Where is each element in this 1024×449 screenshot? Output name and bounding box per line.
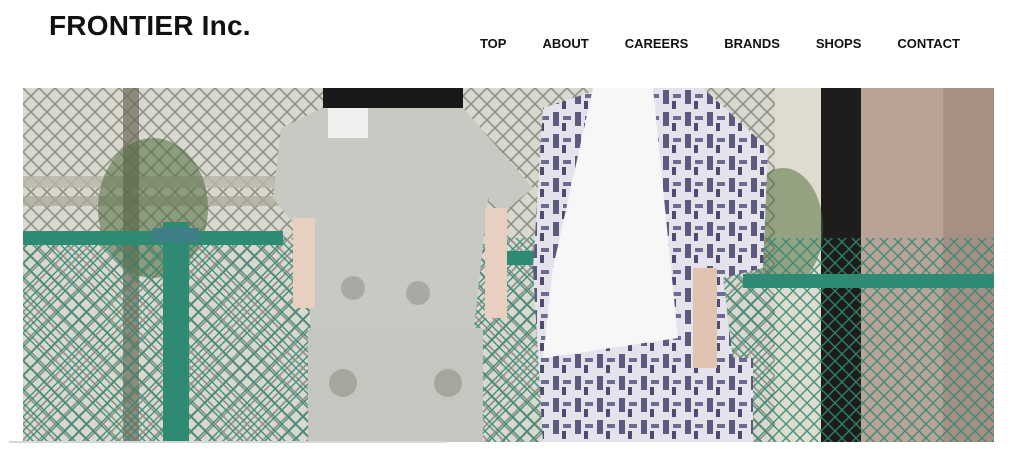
nav-item-shops[interactable]: SHOPS [816,36,862,51]
hero-photo-illustration [23,88,994,442]
nav-item-top[interactable]: TOP [480,36,507,51]
hero-photo [23,88,994,442]
nav-item-contact[interactable]: CONTACT [897,36,960,51]
nav-item-careers[interactable]: CAREERS [625,36,689,51]
nav-item-about[interactable]: ABOUT [542,36,588,51]
site-header: FRONTIER Inc. TOP ABOUT CAREERS BRANDS S… [0,0,1024,88]
scroll-indicator [9,441,447,443]
nav-item-brands[interactable]: BRANDS [724,36,780,51]
main-nav: TOP ABOUT CAREERS BRANDS SHOPS CONTACT [480,36,960,51]
site-logo[interactable]: FRONTIER Inc. [49,10,251,42]
